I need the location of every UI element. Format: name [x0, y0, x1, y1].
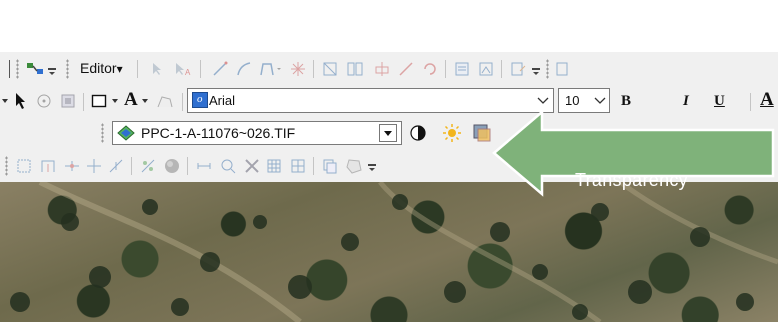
edit-annotation-tool-icon[interactable]: A — [172, 60, 194, 78]
toolbar-grip[interactable] — [5, 156, 8, 176]
transparency-icon[interactable] — [472, 123, 492, 143]
rotate-element-icon[interactable] — [34, 91, 54, 111]
brightness-icon[interactable] — [442, 123, 462, 143]
separator — [187, 157, 188, 175]
chevron-down-icon[interactable] — [0, 95, 10, 107]
font-size-value: 10 — [565, 93, 580, 108]
chevron-down-icon: ▾ — [116, 62, 123, 76]
layer-combo[interactable]: PPC-1-A-11076~026.TIF — [112, 121, 402, 145]
globe-icon[interactable] — [162, 157, 182, 175]
find-icon[interactable] — [218, 157, 238, 175]
table-grid-icon[interactable] — [264, 157, 284, 175]
edit-tool-icon[interactable] — [148, 60, 166, 78]
cut-polygons-icon[interactable] — [372, 60, 392, 78]
polygon-icon[interactable] — [344, 157, 364, 175]
map-canvas[interactable] — [0, 182, 778, 322]
separator — [750, 93, 751, 111]
select-elements-icon[interactable] — [12, 91, 30, 111]
topology-edit-icon[interactable] — [320, 60, 340, 78]
separator — [313, 60, 314, 78]
toolbar-grip[interactable] — [546, 59, 549, 79]
chevron-down-icon[interactable] — [47, 64, 57, 78]
snap-node-icon[interactable] — [62, 157, 82, 175]
layer-combo-dropdown-button[interactable] — [379, 124, 397, 142]
transparency-callout-label: Transparency — [575, 170, 688, 190]
chevron-down-icon[interactable] — [140, 95, 150, 107]
separator — [501, 60, 502, 78]
font-type-glyph: o — [197, 93, 203, 105]
toolbar-grip[interactable] — [66, 59, 69, 79]
font-color-button[interactable]: A — [760, 89, 774, 111]
svg-text:A: A — [185, 68, 191, 76]
reshape-feature-icon[interactable] — [396, 60, 416, 78]
bold-button[interactable]: B — [621, 93, 631, 110]
chevron-down-icon[interactable] — [531, 64, 541, 78]
raster-layer-icon — [116, 124, 136, 142]
separator — [200, 60, 201, 78]
measure-icon[interactable] — [194, 157, 214, 175]
model-builder-icon[interactable] — [26, 60, 44, 78]
underline-button[interactable]: U — [714, 93, 725, 110]
font-name-value: Arial — [209, 93, 236, 108]
straight-segment-icon[interactable] — [210, 60, 230, 78]
chevron-down-icon[interactable] — [536, 94, 550, 108]
zoom-to-selected-icon[interactable] — [58, 91, 78, 111]
separator — [131, 157, 132, 175]
chevron-down-icon[interactable] — [367, 159, 377, 175]
italic-button[interactable]: I — [683, 93, 689, 110]
chevron-down-icon[interactable] — [110, 95, 120, 107]
attributes-icon[interactable] — [452, 60, 472, 78]
font-type-icon-overlay: o — [192, 92, 208, 108]
sketch-properties-icon[interactable] — [476, 60, 496, 78]
separator — [445, 60, 446, 78]
new-text-button[interactable]: A — [124, 89, 138, 111]
separator — [182, 93, 183, 111]
construction-tools-icon[interactable] — [258, 60, 284, 78]
toolbar-grip[interactable] — [16, 59, 19, 79]
select-features-icon[interactable] — [14, 157, 34, 175]
separator — [9, 60, 10, 78]
arc-segment-icon[interactable] — [234, 60, 254, 78]
toolbar-overflow-icon[interactable] — [554, 60, 570, 78]
snap-vertex-icon[interactable] — [84, 157, 104, 175]
split-tool-icon[interactable] — [344, 60, 366, 78]
aerial-texture — [10, 182, 778, 322]
layer-combo-value: PPC-1-A-11076~026.TIF — [141, 125, 296, 141]
toolbar-row-editor: Editor▾ A — [0, 52, 778, 85]
editor-menu[interactable]: Editor▾ — [80, 60, 123, 76]
separator — [137, 60, 138, 78]
edit-vertices-icon[interactable] — [154, 91, 176, 111]
separator — [313, 157, 314, 175]
copy-icon[interactable] — [320, 157, 340, 175]
separator — [83, 93, 84, 111]
toolbar-grip[interactable] — [101, 123, 104, 143]
rotate-icon[interactable] — [420, 60, 440, 78]
create-features-icon[interactable] — [508, 60, 528, 78]
select-by-line-icon[interactable] — [38, 157, 58, 175]
chevron-down-icon[interactable] — [593, 94, 607, 108]
contrast-icon[interactable] — [408, 123, 428, 143]
rectangle-icon[interactable] — [90, 91, 108, 111]
identify-icon[interactable] — [242, 157, 262, 175]
vertex-icon[interactable] — [288, 60, 308, 78]
editor-menu-label: Editor — [80, 60, 117, 76]
blank-area — [0, 0, 778, 52]
snap-edge-icon[interactable] — [106, 157, 126, 175]
layout-grid-icon[interactable] — [288, 157, 308, 175]
trace-tool-icon[interactable] — [138, 157, 158, 175]
